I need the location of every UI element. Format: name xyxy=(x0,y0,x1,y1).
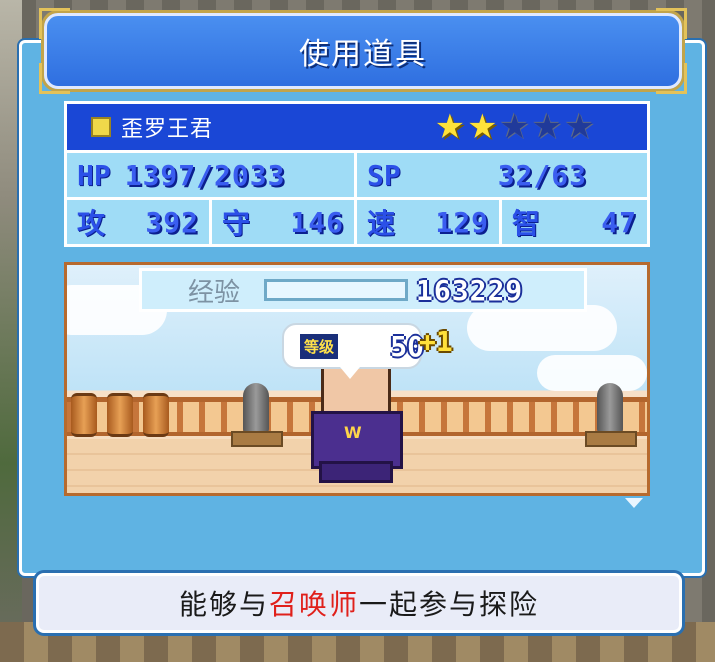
barrel-icon xyxy=(143,393,169,437)
intelligence-stat: 智 47 xyxy=(502,200,647,244)
attack-label: 攻 xyxy=(77,207,106,240)
cannon-base xyxy=(585,431,637,447)
character-class-icon xyxy=(91,117,111,137)
sp-value: 32/63 xyxy=(497,158,587,192)
message-highlight: 召唤师 xyxy=(268,588,359,621)
cloud-decoration xyxy=(537,355,647,391)
corner-ornament-icon xyxy=(656,8,687,39)
character-name-row: 歪罗王君 ★ ★ ★ ★ ★ xyxy=(67,104,647,150)
character-card[interactable]: 歪罗王君 ★ ★ ★ ★ ★ HP 1397/2033 SP 32/63 攻 3… xyxy=(64,101,650,247)
attribute-row: 攻 392 守 146 速 129 智 47 xyxy=(67,197,647,244)
experience-value: 163229 xyxy=(416,273,524,307)
hp-label: HP xyxy=(77,158,111,192)
message-prefix: 能够与 xyxy=(178,588,269,621)
attack-value: 392 xyxy=(145,205,199,239)
level-bubble: 等级 50 xyxy=(282,323,424,379)
sp-label: SP xyxy=(367,158,401,192)
hp-stat: HP 1397/2033 xyxy=(67,153,357,197)
character-name: 歪罗王君 xyxy=(121,117,214,142)
dialog-title-bar: 使用道具 xyxy=(39,8,687,94)
sp-stat: SP 32/63 xyxy=(357,153,647,197)
star-icon: ★ xyxy=(499,107,531,147)
character-emblem-icon: W xyxy=(344,423,362,442)
defense-label: 守 xyxy=(222,207,251,240)
experience-progress-bar xyxy=(264,279,409,301)
barrel-icon xyxy=(71,393,97,437)
corner-ornament-icon xyxy=(39,63,70,94)
star-icon: ★ xyxy=(532,107,563,147)
continue-arrow-icon[interactable] xyxy=(625,498,643,508)
corner-ornament-icon xyxy=(656,63,687,94)
experience-panel: 经验 163229 xyxy=(139,268,587,312)
hp-value: 1397/2033 xyxy=(124,158,286,192)
attack-stat: 攻 392 xyxy=(67,200,212,244)
use-item-dialog: 使用道具 歪罗王君 ★ ★ ★ ★ ★ HP 1397/2033 SP 32/6… xyxy=(19,8,705,576)
cannon-icon xyxy=(597,383,623,433)
speed-value: 129 xyxy=(435,205,489,239)
level-label: 等级 xyxy=(300,333,339,359)
cannon-base xyxy=(231,431,283,447)
character-sprite: W xyxy=(299,361,409,483)
defense-stat: 守 146 xyxy=(212,200,357,244)
level-bonus: +1 xyxy=(419,325,453,358)
level-up-scene: W 经验 163229 等级 50 +1 xyxy=(64,262,650,496)
corner-ornament-icon xyxy=(39,8,70,39)
defense-value: 146 xyxy=(290,205,344,239)
star-icon: ★ xyxy=(564,107,595,147)
message-suffix: 一起参与探险 xyxy=(359,588,540,621)
dialog-title: 使用道具 xyxy=(299,37,427,72)
intelligence-label: 智 xyxy=(512,207,541,240)
character-legs xyxy=(319,461,393,483)
intelligence-value: 47 xyxy=(601,205,637,239)
star-icon: ★ xyxy=(467,107,498,147)
message-box[interactable]: 能够与 召唤师 一起参与探险 xyxy=(36,573,682,633)
speed-stat: 速 129 xyxy=(357,200,502,244)
speed-label: 速 xyxy=(367,207,396,240)
barrel-icon xyxy=(107,393,133,437)
star-icon: ★ xyxy=(434,107,466,147)
cannon-icon xyxy=(243,383,269,433)
hp-sp-row: HP 1397/2033 SP 32/63 xyxy=(67,150,647,197)
experience-label: 经验 xyxy=(188,277,241,308)
rarity-stars: ★ ★ ★ ★ ★ xyxy=(435,107,595,147)
